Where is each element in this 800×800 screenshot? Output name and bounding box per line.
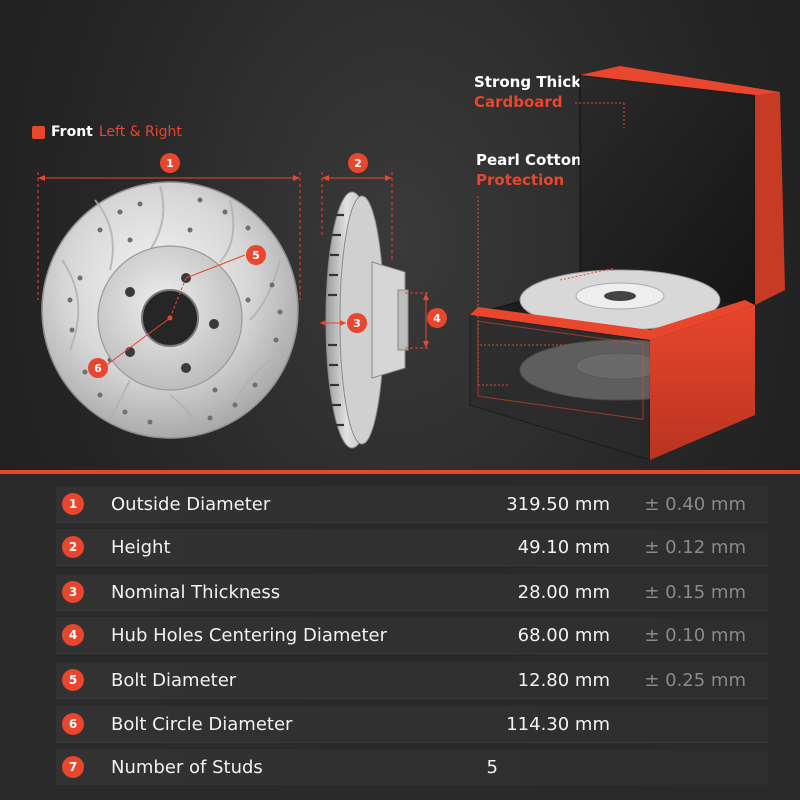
badge-2: 2: [348, 153, 368, 173]
badge-4: 4: [427, 308, 447, 328]
spec-row-2: 2 Height 49.10 mm ± 0.12 mm: [56, 529, 768, 566]
spec-label: Bolt Circle Diameter: [111, 713, 293, 735]
spec-label: Nominal Thickness: [111, 581, 281, 603]
badge-5-text: 5: [252, 249, 260, 262]
spec-num: 7: [62, 756, 84, 778]
spec-tolerance: ± 0.15 mm: [644, 581, 746, 603]
spec-row-4: 4 Hub Holes Centering Diameter 68.00 mm …: [56, 617, 768, 654]
badge-1: 1: [160, 153, 180, 173]
product-illustration: 1 2 3 4 5 6: [37, 66, 785, 461]
spec-num: 2: [62, 536, 84, 558]
packaging-box: [469, 66, 785, 461]
spec-value: 319.50 mm: [506, 493, 610, 515]
spec-value: 12.80 mm: [517, 669, 610, 691]
rotor-front-view: [41, 181, 299, 439]
spec-row-7: 7 Number of Studs 5: [56, 749, 768, 785]
spec-num: 1: [62, 493, 84, 515]
spec-num: 6: [62, 713, 84, 735]
spec-label: Bolt Diameter: [111, 669, 237, 691]
spec-num: 5: [62, 669, 84, 691]
spec-value: 114.30 mm: [506, 713, 610, 735]
spec-tolerance: ± 0.40 mm: [644, 493, 746, 515]
spec-row-6: 6 Bolt Circle Diameter 114.30 mm: [56, 706, 768, 743]
spec-label: Height: [111, 536, 171, 558]
spec-num: 4: [62, 624, 84, 646]
spec-row-3: 3 Nominal Thickness 28.00 mm ± 0.15 mm: [56, 574, 768, 611]
badge-5: 5: [246, 245, 266, 265]
spec-row-5: 5 Bolt Diameter 12.80 mm ± 0.25 mm: [56, 662, 768, 699]
badge-2-text: 2: [354, 157, 362, 170]
spec-tolerance: ± 0.10 mm: [644, 624, 746, 646]
spec-row-1: 1 Outside Diameter 319.50 mm ± 0.40 mm: [56, 486, 768, 523]
badge-1-text: 1: [166, 157, 174, 170]
spec-value: 5: [486, 756, 498, 778]
spec-label: Number of Studs: [111, 756, 263, 778]
spec-tolerance: ± 0.25 mm: [644, 669, 746, 691]
spec-label: Outside Diameter: [111, 493, 271, 515]
spec-value: 49.10 mm: [517, 536, 610, 558]
badge-6: 6: [88, 358, 108, 378]
badge-4-text: 4: [433, 312, 441, 325]
spec-value: 68.00 mm: [517, 624, 610, 646]
badge-3-text: 3: [353, 317, 361, 330]
spec-value: 28.00 mm: [517, 581, 610, 603]
spec-label: Hub Holes Centering Diameter: [111, 624, 387, 646]
rotor-side-view: [320, 191, 430, 449]
badge-3: 3: [347, 313, 367, 333]
spec-tolerance: ± 0.12 mm: [644, 536, 746, 558]
badge-6-text: 6: [94, 362, 102, 375]
spec-num: 3: [62, 581, 84, 603]
